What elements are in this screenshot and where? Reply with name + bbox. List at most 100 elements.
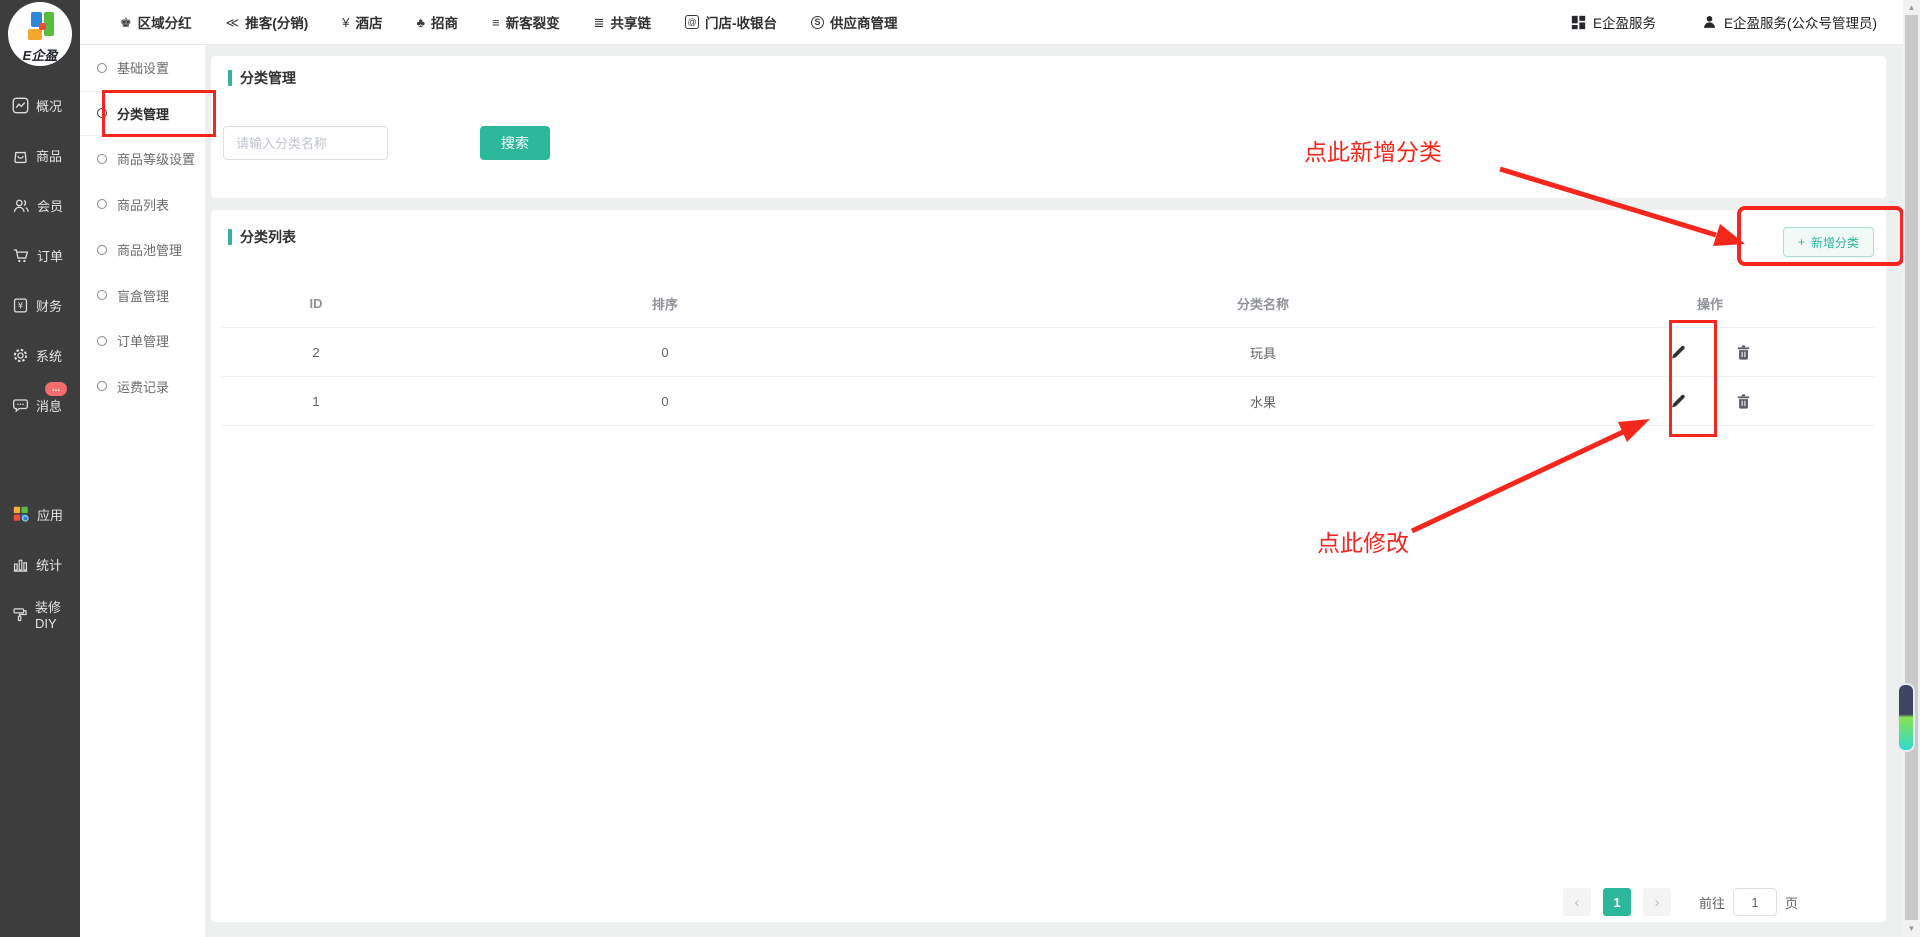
nav-item-hotel[interactable]: ¥ 酒店 [342, 12, 382, 32]
delete-button[interactable] [1733, 342, 1754, 363]
nav-item-new-customer-fission[interactable]: ≡ 新客裂变 [492, 12, 560, 32]
nav-item-store-cashier[interactable]: @ 门店-收银台 [685, 12, 777, 32]
search-button[interactable]: 搜索 [480, 126, 550, 160]
sidebar-item-overview[interactable]: 概况 [0, 80, 80, 130]
nav-label: 酒店 [356, 12, 383, 32]
sidebar-item-messages[interactable]: 消息 ... [0, 380, 80, 430]
sidebar-label: 应用 [37, 505, 63, 524]
next-page-button[interactable]: › [1643, 888, 1671, 916]
submenu-label: 基础设置 [117, 58, 169, 77]
scroll-down-icon[interactable]: ▼ [1903, 924, 1920, 934]
top-bar-right: E企盈服务 E企盈服务(公众号管理员) [1571, 12, 1903, 32]
sidebar-item-finance[interactable]: ¥ 财务 [0, 280, 80, 330]
gear-icon [12, 347, 29, 364]
submenu-item-basic-settings[interactable]: 基础设置 [80, 45, 205, 91]
scrollbar-thumb[interactable] [1905, 15, 1918, 920]
main-sidebar: E企盈 概况 商品 会员 订单 [0, 0, 80, 937]
submenu-item-goods-level-settings[interactable]: 商品等级设置 [80, 136, 205, 182]
sidebar-item-system[interactable]: 系统 [0, 330, 80, 380]
clover-icon: ♣ [417, 16, 426, 29]
header-category-name: 分类名称 [920, 294, 1606, 313]
pagination: ‹ 1 › 前往 页 [1563, 888, 1798, 916]
sidebar-item-decorate-diy[interactable]: 装修DIY [0, 589, 80, 639]
submenu-item-freight-records[interactable]: 运费记录 [80, 364, 205, 410]
submenu-item-blind-box[interactable]: 盲盒管理 [80, 273, 205, 319]
panel-title: 分类管理 [228, 68, 296, 88]
sidebar-item-goods[interactable]: 商品 [0, 130, 80, 180]
browser-scrollbar[interactable]: ▲ ▼ [1903, 0, 1920, 937]
nav-label: 新客裂变 [506, 12, 560, 32]
cart-icon [12, 247, 30, 264]
nav-item-region-dividend[interactable]: ♚ 区域分红 [120, 12, 192, 32]
pencil-icon [1669, 392, 1687, 410]
user-icon [1702, 14, 1717, 30]
plus-icon: + [1798, 235, 1805, 249]
goods-submenu: 基础设置 分类管理 商品等级设置 商品列表 商品池管理 盲盒管理 订单管理 运费… [80, 45, 205, 937]
goto-page-input[interactable] [1733, 888, 1777, 916]
sidebar-item-members[interactable]: 会员 [0, 180, 80, 230]
account-menu[interactable]: E企盈服务(公众号管理员) [1702, 12, 1877, 32]
category-table: ID 排序 分类名称 操作 2 0 玩具 [222, 280, 1874, 426]
nav-label: 门店-收银台 [705, 12, 777, 32]
scroll-up-icon[interactable]: ▲ [1903, 3, 1920, 13]
page-unit-label: 页 [1785, 893, 1798, 912]
at-box-icon: @ [685, 15, 699, 29]
submenu-item-goods-list[interactable]: 商品列表 [80, 182, 205, 228]
nav-item-investment[interactable]: ♣ 招商 [417, 12, 459, 32]
submenu-label: 分类管理 [117, 104, 169, 123]
nav-item-supplier-management[interactable]: S 供应商管理 [811, 12, 898, 32]
submenu-label: 订单管理 [117, 331, 169, 350]
radio-bullet-icon [97, 108, 107, 118]
nav-item-share-chain[interactable]: ≣ 共享链 [594, 12, 651, 32]
submenu-item-order-management[interactable]: 订单管理 [80, 318, 205, 364]
edit-button[interactable] [1667, 390, 1689, 412]
account-label: E企盈服务(公众号管理员) [1724, 12, 1877, 32]
submenu-label: 商品池管理 [117, 240, 182, 259]
table-header-row: ID 排序 分类名称 操作 [222, 280, 1874, 328]
page-1-button[interactable]: 1 [1603, 888, 1631, 916]
prev-page-button[interactable]: ‹ [1563, 888, 1591, 916]
radio-bullet-icon [97, 290, 107, 300]
delete-button[interactable] [1733, 391, 1754, 412]
finance-yen-icon: ¥ [12, 297, 29, 314]
header-sort: 排序 [410, 294, 920, 313]
sidebar-item-orders[interactable]: 订单 [0, 230, 80, 280]
table-row: 2 0 玩具 [222, 328, 1874, 377]
cell-category-name: 玩具 [920, 343, 1606, 362]
header-actions: 操作 [1606, 294, 1874, 313]
table-row: 1 0 水果 [222, 377, 1874, 426]
main-content: 分类管理 搜索 分类列表 + 新增分类 ID 排序 分类名称 操作 2 0 [205, 45, 1903, 937]
title-accent-bar [228, 229, 232, 245]
sidebar-label: 财务 [36, 296, 62, 315]
radio-bullet-icon [97, 381, 107, 391]
category-search-panel: 分类管理 搜索 [211, 56, 1886, 198]
sidebar-label: 装修DIY [35, 597, 80, 631]
sidebar-label: 统计 [36, 555, 62, 574]
sidebar-label: 消息 [36, 396, 62, 415]
cell-id: 1 [222, 394, 410, 409]
add-category-label: 新增分类 [1811, 234, 1859, 251]
list-icon: ≣ [594, 16, 605, 29]
title-accent-bar [228, 70, 232, 86]
cell-category-name: 水果 [920, 392, 1606, 411]
top-bar: ♚ 区域分红 ≪ 推客(分销) ¥ 酒店 ♣ 招商 ≡ 新客裂变 ≣ 共享链 @… [80, 0, 1903, 45]
submenu-label: 商品等级设置 [117, 149, 195, 168]
edit-button[interactable] [1667, 341, 1689, 363]
share-icon: ≪ [226, 16, 240, 29]
submenu-item-goods-pool[interactable]: 商品池管理 [80, 227, 205, 273]
service-menu[interactable]: E企盈服务 [1571, 12, 1656, 32]
app-logo[interactable]: E企盈 [8, 2, 72, 66]
submenu-item-category-management[interactable]: 分类管理 [80, 91, 205, 137]
category-name-input[interactable] [223, 126, 388, 160]
sidebar-label: 会员 [37, 196, 63, 215]
sidebar-item-statistics[interactable]: 统计 [0, 539, 80, 589]
radio-bullet-icon [97, 63, 107, 73]
service-label: E企盈服务 [1593, 12, 1656, 32]
sidebar-label: 概况 [36, 96, 62, 115]
add-category-button[interactable]: + 新增分类 [1783, 227, 1874, 257]
nav-label: 供应商管理 [830, 12, 898, 32]
top-navigation: ♚ 区域分红 ≪ 推客(分销) ¥ 酒店 ♣ 招商 ≡ 新客裂变 ≣ 共享链 @… [80, 12, 898, 32]
nav-item-distribution[interactable]: ≪ 推客(分销) [226, 12, 309, 32]
sidebar-item-apps[interactable]: 应用 [0, 489, 80, 539]
logo-shape [39, 23, 46, 30]
